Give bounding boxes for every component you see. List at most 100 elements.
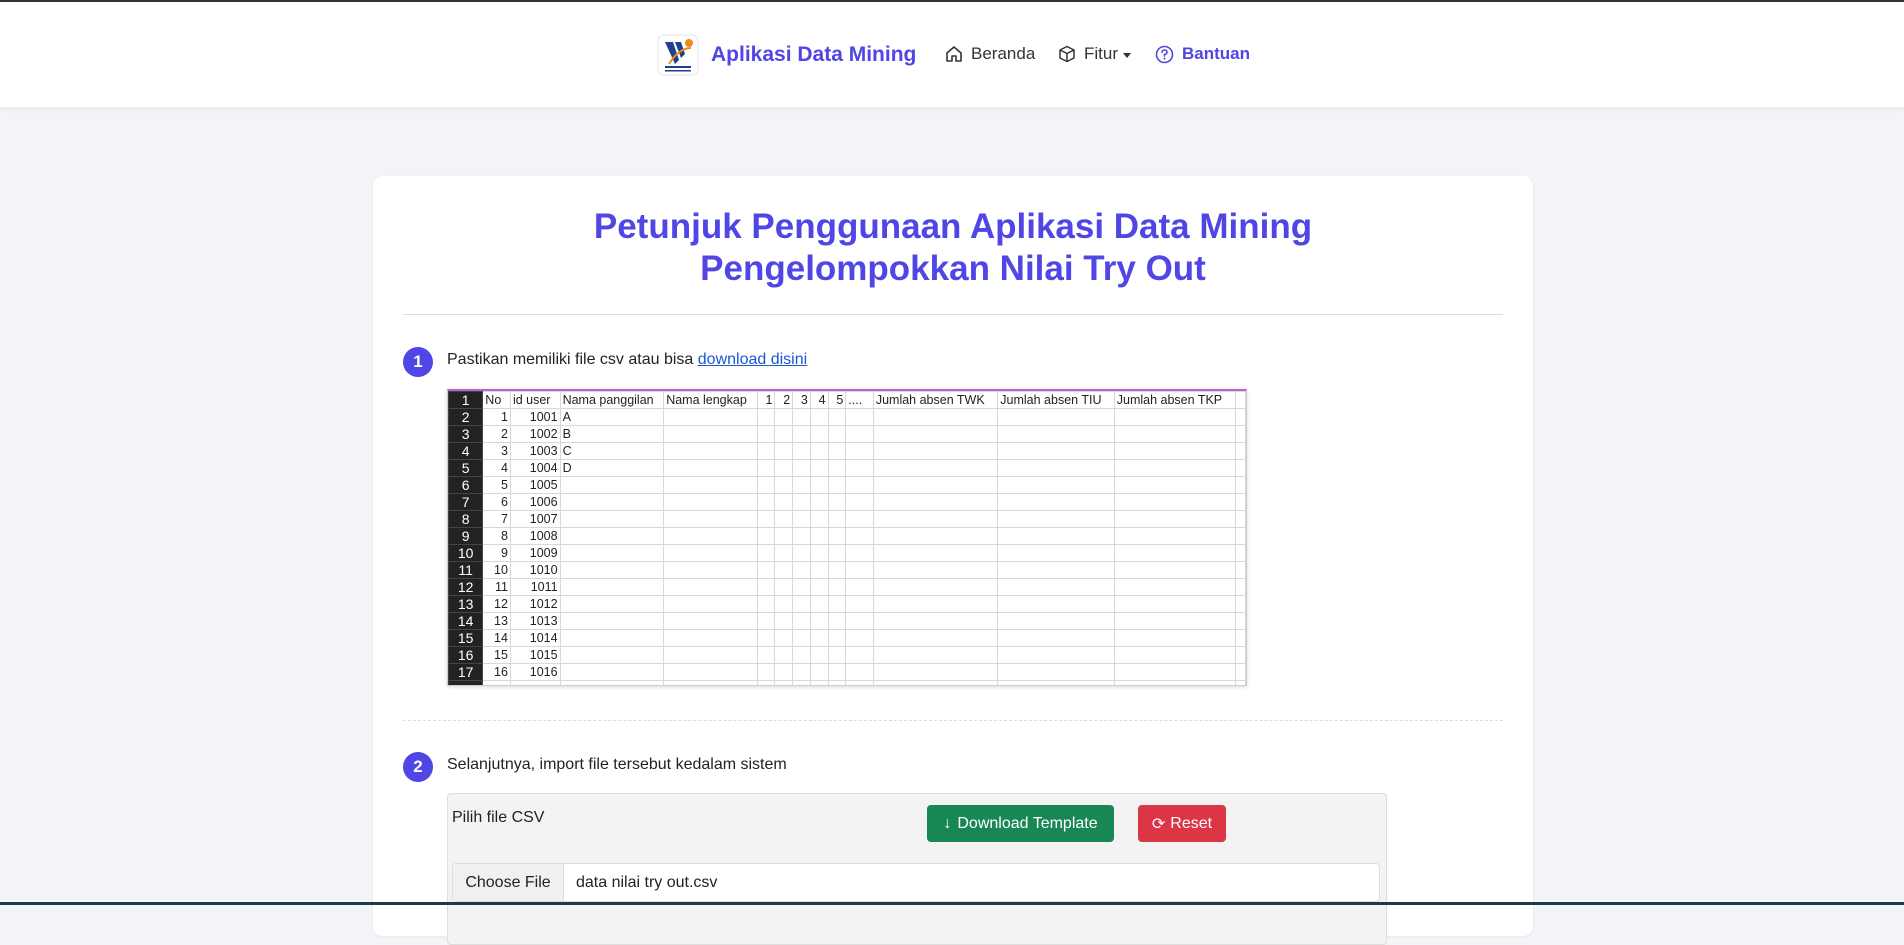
sheet-cell	[792, 680, 811, 685]
row-number: 10	[448, 544, 484, 562]
divider	[403, 314, 1503, 315]
sheet-header-cell: ....	[845, 391, 874, 409]
sheet-cell	[827, 612, 847, 630]
sheet-cell	[845, 493, 874, 511]
sheet-cell: A	[559, 408, 665, 426]
sheet-cell: 1010	[509, 561, 561, 579]
sheet-cell	[559, 680, 665, 685]
sheet-cell	[845, 544, 874, 562]
nav-fitur-label: Fitur	[1084, 44, 1118, 63]
sheet-cell	[827, 646, 847, 664]
sheet-cell	[792, 595, 811, 613]
sheet-cell: 1014	[509, 629, 561, 647]
download-template-button[interactable]: ↓ Download Template	[927, 805, 1114, 842]
row-number: 16	[448, 646, 484, 664]
sheet-cell	[809, 459, 829, 477]
chevron-down-icon	[1123, 52, 1131, 58]
sheet-cell: 1	[482, 408, 511, 426]
sheet-cell	[1235, 527, 1246, 545]
sheet-cell	[756, 561, 776, 579]
sheet-cell: 10	[482, 561, 511, 579]
sheet-cell	[559, 561, 665, 579]
sheet-cell	[845, 595, 874, 613]
sheet-cell	[1113, 510, 1237, 528]
sheet-cell: 1004	[509, 459, 561, 477]
sheet-cell	[845, 663, 874, 681]
sheet-cell	[774, 425, 794, 443]
sheet-header-cell: Nama panggilan	[559, 391, 665, 409]
sheet-cell	[792, 612, 811, 630]
file-input[interactable]: Choose File data nilai try out.csv	[452, 863, 1380, 902]
sheet-cell	[827, 510, 847, 528]
sheet-cell	[1235, 612, 1246, 630]
sheet-cell	[845, 425, 874, 443]
sheet-cell: 1007	[509, 510, 561, 528]
sheet-cell	[774, 510, 794, 528]
sheet-cell	[827, 595, 847, 613]
sheet-cell	[809, 663, 829, 681]
choose-file-button[interactable]: Choose File	[453, 864, 564, 901]
sheet-cell	[774, 459, 794, 477]
sheet-cell	[1235, 391, 1246, 409]
sheet-cell	[845, 476, 874, 494]
file-name: data nilai try out.csv	[576, 873, 718, 891]
sheet-cell	[845, 459, 874, 477]
help-card: Petunjuk Penggunaan Aplikasi Data Mining…	[373, 176, 1533, 945]
sheet-cell	[872, 493, 999, 511]
file-label: Pilih file CSV	[452, 809, 545, 826]
sheet-cell	[809, 578, 829, 596]
sheet-row: 16 15 1015	[448, 646, 1246, 664]
sheet-header-cell: id user	[509, 391, 561, 409]
sheet-cell	[756, 629, 776, 647]
brand-title: Aplikasi Data Mining	[711, 43, 917, 66]
sheet-header-cell: Jumlah absen TKP	[1113, 391, 1237, 409]
sheet-cell	[1235, 680, 1246, 685]
spreadsheet-table: 1 No id user Nama panggilan Nama lengkap 1 2 3 4…	[448, 391, 1246, 685]
reset-button[interactable]: ⟳ Reset	[1138, 805, 1226, 842]
sheet-cell	[792, 561, 811, 579]
sheet-cell	[872, 544, 999, 562]
sheet-cell	[872, 459, 999, 477]
sheet-cell	[997, 561, 1115, 579]
nav-bantuan[interactable]: Bantuan	[1155, 44, 1250, 64]
sheet-cell	[997, 646, 1115, 664]
sheet-cell	[827, 544, 847, 562]
sheet-row: 12 11 1011	[448, 578, 1246, 596]
brand[interactable]: Aplikasi Data Mining	[657, 34, 916, 76]
sheet-cell	[1113, 442, 1237, 460]
sheet-cell	[997, 527, 1115, 545]
sheet-cell	[1235, 442, 1246, 460]
sheet-cell	[872, 510, 999, 528]
sheet-cell: 2	[482, 425, 511, 443]
sheet-header-cell: No	[482, 391, 511, 409]
sheet-cell	[792, 442, 811, 460]
sheet-cell	[792, 425, 811, 443]
sheet-cell	[845, 612, 874, 630]
sheet-cell	[663, 425, 758, 443]
sheet-cell	[845, 646, 874, 664]
sheet-cell	[756, 544, 776, 562]
sheet-cell	[663, 442, 758, 460]
sheet-cell	[792, 476, 811, 494]
sheet-cell	[774, 595, 794, 613]
row-number: 6	[448, 476, 484, 494]
sheet-cell: 13	[482, 612, 511, 630]
sheet-cell	[756, 527, 776, 545]
sheet-cell	[1113, 544, 1237, 562]
sheet-header-cell: 4	[809, 391, 829, 409]
row-number: 4	[448, 442, 484, 460]
sheet-cell	[663, 408, 758, 426]
sheet-cell: 16	[482, 663, 511, 681]
sheet-cell	[559, 629, 665, 647]
sheet-cell: 1011	[509, 578, 561, 596]
step-1-text: Pastikan memiliki file csv atau bisa dow…	[447, 351, 807, 369]
sheet-cell	[509, 680, 561, 685]
sheet-cell	[559, 595, 665, 613]
sheet-cell: B	[559, 425, 665, 443]
download-link[interactable]: download disini	[698, 351, 807, 368]
question-circle-icon	[1155, 45, 1174, 63]
nav-fitur[interactable]: Fitur	[1058, 44, 1131, 64]
sheet-cell	[872, 663, 999, 681]
nav-beranda[interactable]: Beranda	[945, 44, 1035, 64]
sheet-cell	[1113, 408, 1237, 426]
